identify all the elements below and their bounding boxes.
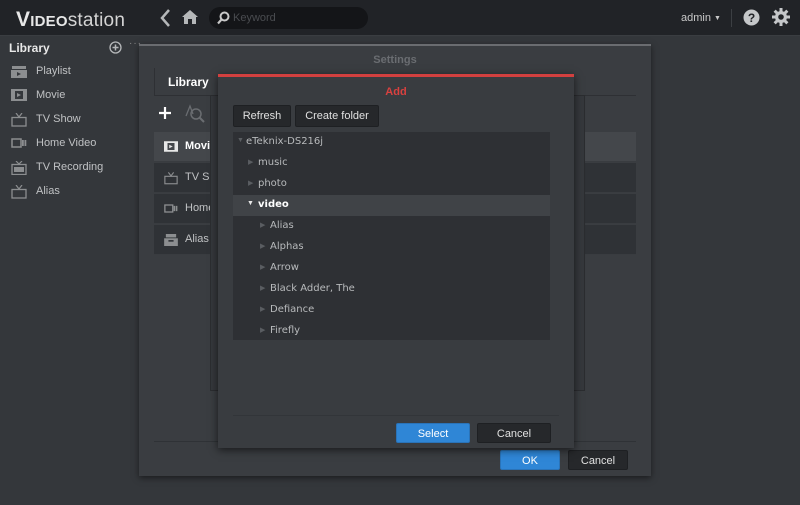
tree-node-label: Alphas xyxy=(270,241,304,252)
top-bar: VIDEOstation admin▼ ? xyxy=(0,0,800,36)
search-box[interactable] xyxy=(209,7,368,29)
sidebar-item-home-video[interactable]: Home Video xyxy=(0,133,148,155)
tree-node[interactable]: ▶ Black Adder, The xyxy=(233,279,550,300)
sidebar-item-label: Movie xyxy=(36,89,66,101)
gear-icon[interactable] xyxy=(772,8,790,26)
collapsed-arrow-icon[interactable]: ▶ xyxy=(260,284,265,292)
sidebar-item-label: TV Show xyxy=(36,113,81,125)
archive-icon xyxy=(164,234,178,246)
logo-station: station xyxy=(67,10,126,31)
tree-node[interactable]: ▶ music xyxy=(233,153,550,174)
camera-icon xyxy=(11,138,27,148)
library-row-label: Alias xyxy=(185,233,209,245)
sidebar: Library ··· Playlist Movie TV Show Home … xyxy=(0,37,148,505)
user-menu[interactable]: admin ▼ xyxy=(681,12,721,24)
tab-library[interactable]: Library xyxy=(154,68,222,96)
collapsed-arrow-icon[interactable]: ▶ xyxy=(260,263,265,271)
expanded-arrow-icon[interactable]: ▼ xyxy=(237,137,244,144)
settings-cancel-button[interactable]: Cancel xyxy=(568,450,628,470)
create-folder-button[interactable]: Create folder xyxy=(295,105,379,127)
ok-button[interactable]: OK xyxy=(500,450,560,470)
sidebar-title: Library xyxy=(9,41,50,55)
sidebar-item-label: Alias xyxy=(36,185,60,197)
logo-v: V xyxy=(16,8,31,31)
tree-node[interactable]: ▶ Alias xyxy=(233,216,550,237)
camera-icon xyxy=(164,204,178,213)
add-dialog: Add Refresh Create folder ▼ eTeknix-DS21… xyxy=(218,74,574,448)
refresh-button[interactable]: Refresh xyxy=(233,105,291,127)
sidebar-item-label: Playlist xyxy=(36,65,71,77)
tree-node-selected[interactable]: ▼ video xyxy=(233,195,550,216)
app-logo: VIDEOstation xyxy=(16,8,125,32)
divider xyxy=(731,9,732,27)
tv-recording-icon xyxy=(11,161,27,175)
tree-node-label: Defiance xyxy=(270,304,315,315)
chevron-down-icon: ▼ xyxy=(713,14,721,22)
tree-node[interactable]: ▶ Defiance xyxy=(233,300,550,321)
expanded-arrow-icon[interactable]: ▼ xyxy=(247,200,254,207)
tree-node-label: music xyxy=(258,157,288,168)
tv-icon xyxy=(11,185,27,199)
tree-node-label: Black Adder, The xyxy=(270,283,355,294)
sidebar-item-movie[interactable]: Movie xyxy=(0,85,148,107)
collapsed-arrow-icon[interactable]: ▶ xyxy=(248,179,253,187)
add-dialog-title: Add xyxy=(385,86,407,98)
sidebar-item-label: Home Video xyxy=(36,137,97,149)
collapsed-arrow-icon[interactable]: ▶ xyxy=(260,242,265,250)
tree-node-label: Arrow xyxy=(270,262,299,273)
back-icon[interactable] xyxy=(158,8,172,28)
select-button[interactable]: Select xyxy=(396,423,470,443)
add-circle-icon[interactable] xyxy=(109,41,122,54)
playlist-icon xyxy=(11,66,27,78)
tv-icon xyxy=(164,172,178,185)
add-icon[interactable] xyxy=(158,106,172,120)
sidebar-item-tv-show[interactable]: TV Show xyxy=(0,109,148,131)
search-input[interactable] xyxy=(233,10,358,26)
folder-tree: ▼ eTeknix-DS216j ▶ music ▶ photo ▼ video… xyxy=(233,132,550,340)
user-name: admin xyxy=(681,12,711,24)
sidebar-item-tv-recording[interactable]: TV Recording xyxy=(0,157,148,179)
logo-ideo: IDEO xyxy=(30,13,68,30)
tree-node-label: photo xyxy=(258,178,287,189)
divider xyxy=(233,415,559,416)
search-icon xyxy=(217,11,230,25)
add-cancel-button[interactable]: Cancel xyxy=(477,423,551,443)
scan-search-icon[interactable] xyxy=(184,104,206,124)
collapsed-arrow-icon[interactable]: ▶ xyxy=(248,158,253,166)
home-icon[interactable] xyxy=(181,9,199,25)
tree-node-label: Alias xyxy=(270,220,294,231)
movie-icon xyxy=(164,141,178,152)
tree-node[interactable]: ▼ eTeknix-DS216j xyxy=(233,132,550,153)
collapsed-arrow-icon[interactable]: ▶ xyxy=(260,221,265,229)
sidebar-item-label: TV Recording xyxy=(36,161,104,173)
tree-node-label: video xyxy=(258,199,289,210)
sidebar-item-alias[interactable]: Alias xyxy=(0,181,148,203)
tree-node[interactable]: ▶ Firefly xyxy=(233,321,550,342)
svg-text:?: ? xyxy=(748,11,755,25)
collapsed-arrow-icon[interactable]: ▶ xyxy=(260,305,265,313)
collapsed-arrow-icon[interactable]: ▶ xyxy=(260,326,265,334)
tree-node-label: Firefly xyxy=(270,325,301,336)
tree-node[interactable]: ▶ Arrow xyxy=(233,258,550,279)
help-icon[interactable]: ? xyxy=(743,9,760,26)
movie-icon xyxy=(11,89,27,101)
tree-node[interactable]: ▶ Alphas xyxy=(233,237,550,258)
tv-icon xyxy=(11,113,27,127)
tree-node-label: eTeknix-DS216j xyxy=(246,136,324,147)
settings-title: Settings xyxy=(373,54,417,66)
sidebar-item-playlist[interactable]: Playlist xyxy=(0,61,148,83)
tree-node[interactable]: ▶ photo xyxy=(233,174,550,195)
